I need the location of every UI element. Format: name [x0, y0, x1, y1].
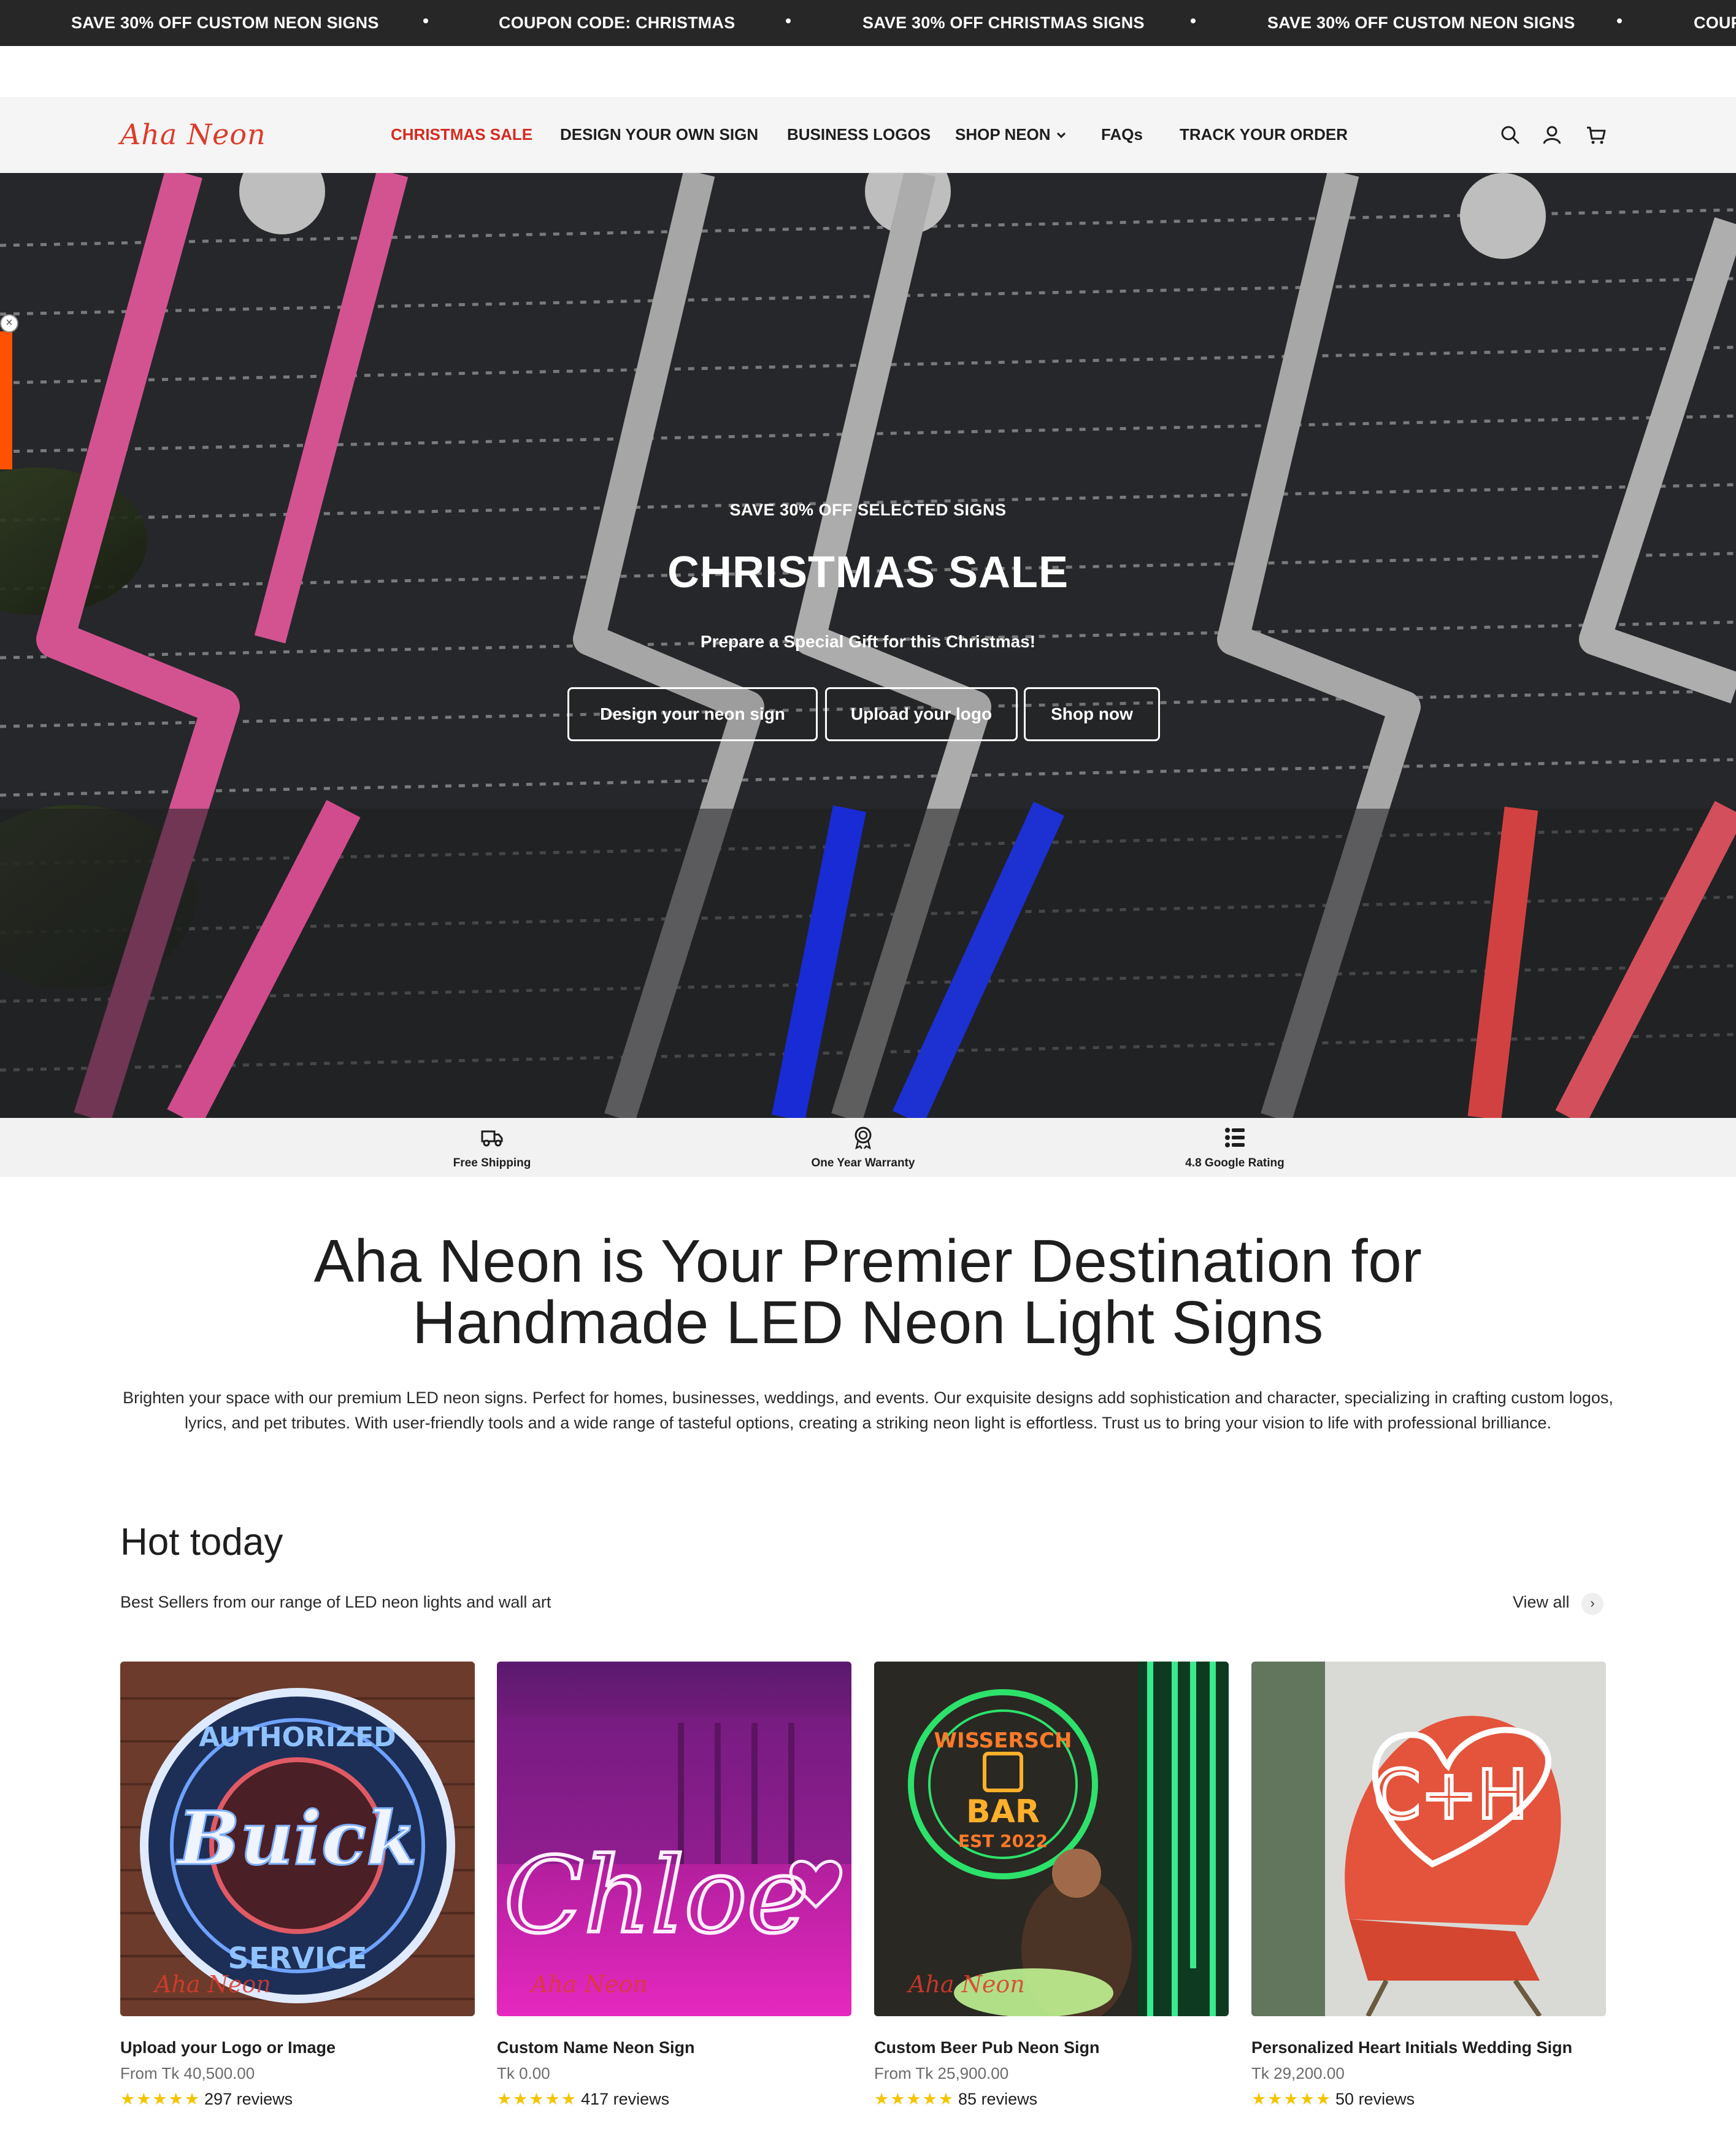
product-image-text: Buick: [176, 1795, 417, 1882]
svg-text:EST 2022: EST 2022: [958, 1831, 1048, 1851]
product-price: From Tk 25,900.00: [874, 2064, 1009, 2082]
neon-chloe-image: Chloe: [497, 1662, 851, 2016]
announcement-item: COUP: [1694, 13, 1736, 32]
account-icon[interactable]: [1541, 124, 1563, 146]
section-subtitle: Best Sellers from our range of LED neon …: [120, 1593, 551, 1611]
star-rating-icon: ★★★★★: [874, 2090, 955, 2108]
close-icon[interactable]: ×: [0, 314, 18, 333]
announcement-item: SAVE 30% OFF CUSTOM NEON SIGNS: [1267, 13, 1575, 32]
chevron-right-icon[interactable]: ›: [1581, 1593, 1603, 1615]
nav-item-shop-neon[interactable]: SHOP NEON: [955, 125, 1066, 144]
intro-title: Aha Neon is Your Premier Destination for…: [0, 1230, 1736, 1353]
product-price: From Tk 40,500.00: [120, 2064, 255, 2082]
review-count: 417 reviews: [581, 2090, 670, 2108]
feature-free-shipping: Free Shipping: [400, 1118, 584, 1177]
shop-now-button[interactable]: Shop now: [1024, 687, 1160, 741]
nav-item-faqs[interactable]: FAQs: [1101, 125, 1143, 144]
product-image-text: Chloe: [504, 1835, 809, 1957]
separator-dot: [1191, 18, 1196, 23]
product-price: Tk 29,200.00: [1251, 2064, 1345, 2082]
star-rating-icon: ★★★★★: [1251, 2090, 1332, 2108]
product-title[interactable]: Upload your Logo or Image: [120, 2038, 336, 2057]
svg-text:AUTHORIZED: AUTHORIZED: [199, 1722, 396, 1753]
product-image-text: BAR: [966, 1793, 1040, 1830]
star-rating-icon: ★★★★★: [497, 2090, 578, 2108]
product-title[interactable]: Custom Name Neon Sign: [497, 2038, 695, 2057]
hero-title: CHRISTMAS SALE: [667, 548, 1069, 597]
product-rating: ★★★★★ 297 reviews: [120, 2090, 293, 2109]
chevron-down-icon: [1056, 129, 1066, 139]
product-image[interactable]: C+H: [1251, 1662, 1606, 2016]
product-title[interactable]: Custom Beer Pub Neon Sign: [874, 2038, 1100, 2057]
product-rating: ★★★★★ 85 reviews: [874, 2090, 1037, 2109]
product-card[interactable]: WISSERSCH BAR EST 2022 Aha Neon Custom B…: [874, 1662, 1229, 2108]
review-count: 85 reviews: [958, 2090, 1038, 2108]
star-rating-icon: ★★★★★: [120, 2090, 201, 2108]
nav-item-christmas-sale[interactable]: CHRISTMAS SALE: [391, 125, 532, 144]
announcement-item: SAVE 30% OFF CUSTOM NEON SIGNS: [71, 13, 379, 32]
truck-icon: [481, 1130, 503, 1147]
separator-dot: [423, 18, 428, 23]
neon-heart-initials-image: C+H: [1251, 1662, 1606, 2016]
nav-item-design-your-own[interactable]: DESIGN YOUR OWN SIGN: [560, 125, 758, 144]
announcement-bar: SAVE 30% OFF CUSTOM NEON SIGNS COUPON CO…: [0, 0, 1736, 46]
hero-subtitle: Prepare a Special Gift for this Christma…: [700, 632, 1036, 651]
product-title[interactable]: Personalized Heart Initials Wedding Sign: [1251, 2038, 1572, 2057]
feature-google-rating: 4.8 Google Rating: [1143, 1118, 1327, 1177]
intro-title-line: Handmade LED Neon Light Signs: [412, 1288, 1324, 1356]
separator-dot: [786, 18, 791, 23]
review-count: 297 reviews: [204, 2090, 293, 2108]
product-image[interactable]: AUTHORIZED Buick SERVICE Aha Neon: [120, 1662, 475, 2016]
separator-dot: [1617, 18, 1622, 23]
design-sign-button[interactable]: Design your neon sign: [567, 687, 818, 741]
intro-title-line: Aha Neon is Your Premier Destination for: [313, 1227, 1423, 1295]
side-promo-tab[interactable]: [0, 331, 12, 469]
announcement-item: COUPON CODE: CHRISTMAS: [499, 13, 735, 32]
warranty-badge-icon: [855, 1127, 872, 1150]
image-watermark: Aha Neon: [531, 1971, 648, 1998]
review-count: 50 reviews: [1335, 2090, 1415, 2108]
feature-label: Free Shipping: [453, 1157, 531, 1169]
features-bar: Free Shipping One Year Warranty 4.8 Goog…: [0, 1118, 1736, 1177]
intro-body: Brighten your space with our premium LED…: [123, 1389, 1613, 1432]
upload-logo-button[interactable]: Upload your logo: [825, 687, 1018, 741]
product-card[interactable]: Chloe Aha Neon Custom Name Neon Sign Tk …: [497, 1662, 851, 2108]
product-image[interactable]: Chloe Aha Neon: [497, 1662, 851, 2016]
nav-item-label: SHOP NEON: [955, 125, 1051, 144]
hero-eyebrow: SAVE 30% OFF SELECTED SIGNS: [729, 501, 1007, 519]
site-header: Aha Neon CHRISTMAS SALE DESIGN YOUR OWN …: [0, 97, 1736, 173]
product-image-text: C+H: [1373, 1755, 1528, 1834]
product-card[interactable]: AUTHORIZED Buick SERVICE Aha Neon Upload…: [120, 1662, 475, 2108]
feature-label: 4.8 Google Rating: [1185, 1157, 1285, 1169]
hero-banner: SAVE 30% OFF SELECTED SIGNS CHRISTMAS SA…: [0, 173, 1736, 1118]
nav-item-track-order[interactable]: TRACK YOUR ORDER: [1180, 125, 1348, 144]
product-rating: ★★★★★ 417 reviews: [497, 2090, 669, 2109]
cart-icon[interactable]: [1585, 124, 1607, 146]
svg-text:WISSERSCH: WISSERSCH: [934, 1728, 1072, 1753]
section-title: Hot today: [120, 1521, 283, 1563]
product-rating: ★★★★★ 50 reviews: [1251, 2090, 1415, 2109]
neon-beer-pub-image: WISSERSCH BAR EST 2022: [874, 1662, 1229, 2016]
product-card[interactable]: C+H Personalized Heart Initials Wedding …: [1251, 1662, 1606, 2108]
feature-label: One Year Warranty: [811, 1157, 915, 1169]
view-all-link[interactable]: View all: [1513, 1593, 1570, 1612]
feature-warranty: One Year Warranty: [771, 1118, 955, 1177]
image-watermark: Aha Neon: [908, 1971, 1025, 1998]
rating-list-icon: [1225, 1128, 1245, 1147]
search-icon[interactable]: [1499, 124, 1521, 146]
neon-buick-image: AUTHORIZED Buick SERVICE: [120, 1662, 475, 2016]
product-image[interactable]: WISSERSCH BAR EST 2022 Aha Neon: [874, 1662, 1229, 2016]
site-logo[interactable]: Aha Neon: [120, 118, 266, 151]
product-price: Tk 0.00: [497, 2064, 550, 2082]
announcement-item: SAVE 30% OFF CHRISTMAS SIGNS: [862, 13, 1145, 32]
nav-item-business-logos[interactable]: BUSINESS LOGOS: [787, 125, 931, 144]
image-watermark: Aha Neon: [155, 1971, 271, 1998]
